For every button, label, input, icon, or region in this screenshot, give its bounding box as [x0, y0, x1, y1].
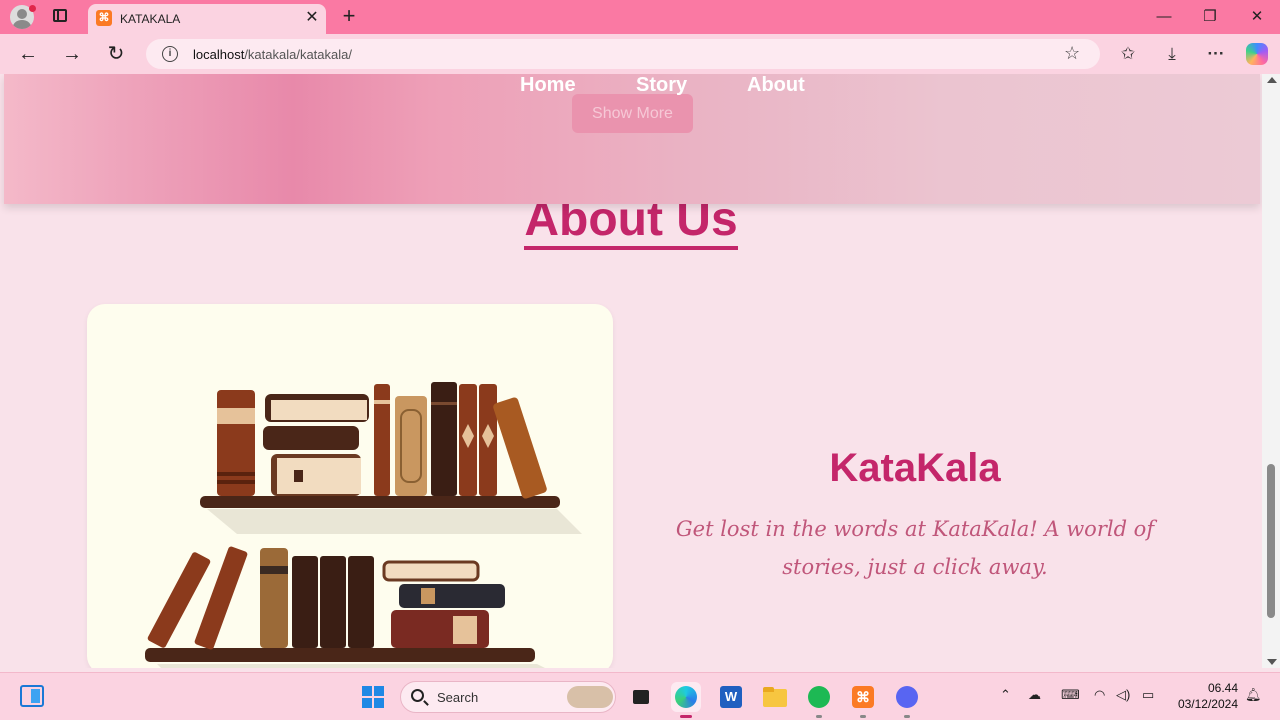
scroll-up-arrow-icon[interactable]	[1267, 77, 1277, 83]
page-scrollbar[interactable]	[1262, 74, 1280, 668]
brand-name: KataKala	[829, 446, 1001, 490]
search-icon	[411, 689, 424, 702]
xampp-icon[interactable]: ⌘	[848, 682, 878, 718]
url-text[interactable]: localhost/katakala/katakala/	[193, 47, 352, 62]
site-info-icon[interactable]: i	[162, 46, 178, 62]
taskbar-search[interactable]: Search	[400, 681, 616, 713]
tab-katakala[interactable]: ⌘ KATAKALA ✕	[88, 4, 326, 34]
spotify-icon[interactable]	[804, 682, 834, 718]
file-explorer-icon[interactable]	[760, 682, 790, 712]
widgets-icon[interactable]	[20, 685, 44, 707]
url-host: localhost	[193, 47, 245, 62]
keyboard-icon[interactable]: ⌨	[1061, 687, 1080, 703]
nav-link-home[interactable]: Home	[520, 74, 576, 97]
brand-tagline: Get lost in the words at KataKala! A wor…	[675, 517, 1155, 579]
search-label: Search	[437, 690, 479, 705]
tray-chevron-up-icon[interactable]: ⌃	[1000, 687, 1011, 703]
copilot-icon[interactable]	[1246, 43, 1268, 65]
browser-tab-bar: ⌘ KATAKALA ✕ + — ❐ ✕	[0, 0, 1280, 34]
notification-bell-icon[interactable]: 🔔︎	[1245, 687, 1262, 703]
new-tab-icon[interactable]: +	[338, 5, 360, 27]
wifi-icon[interactable]: ◠	[1094, 687, 1105, 703]
scrollbar-thumb[interactable]	[1267, 464, 1275, 618]
show-more-button[interactable]: Show More	[572, 94, 693, 133]
more-icon[interactable]: ···	[1204, 42, 1228, 66]
forward-arrow-icon[interactable]: →	[60, 42, 84, 66]
xampp-favicon-icon: ⌘	[96, 10, 112, 26]
task-view-icon[interactable]	[626, 682, 656, 712]
clock-time: 06.44	[1207, 681, 1238, 695]
onedrive-cloud-icon[interactable]: ☁	[1028, 687, 1041, 703]
download-icon[interactable]: ⤓	[1160, 42, 1184, 66]
battery-icon[interactable]: ▭	[1142, 687, 1154, 703]
scroll-down-arrow-icon[interactable]	[1267, 659, 1277, 665]
address-toolbar: ← → ↻ i localhost/katakala/katakala/ ☆ ✩…	[0, 34, 1280, 74]
nav-link-story[interactable]: Story	[636, 74, 687, 97]
edge-browser-icon[interactable]	[671, 682, 701, 718]
reload-icon[interactable]: ↻	[104, 42, 128, 66]
search-highlight-icon	[567, 686, 613, 708]
tab-title: KATAKALA	[120, 12, 181, 26]
windows-taskbar: Search W ⌘ ⌃ ☁ ⌨ ◠ ◁) ▭ 06.44 03/12/2024…	[0, 672, 1280, 720]
restore-icon[interactable]: ❐	[1198, 6, 1222, 28]
window-close-icon[interactable]: ✕	[1245, 6, 1269, 28]
minimize-icon[interactable]: —	[1152, 6, 1176, 28]
taskbar-clock[interactable]: 06.44 03/12/2024	[1168, 680, 1238, 712]
notification-dot	[29, 5, 36, 12]
tab-close-icon[interactable]: ✕	[302, 8, 322, 28]
url-path: /katakala/katakala/	[244, 47, 352, 62]
start-windows-icon[interactable]	[362, 686, 385, 709]
back-arrow-icon[interactable]: ←	[16, 42, 40, 66]
clock-date: 03/12/2024	[1177, 697, 1238, 711]
nav-link-about[interactable]: About	[747, 74, 805, 97]
bookshelf-image-card	[87, 304, 613, 668]
bookshelf-illustration	[145, 382, 582, 668]
volume-icon[interactable]: ◁)	[1116, 687, 1130, 703]
discord-icon[interactable]	[892, 682, 922, 718]
favorite-star-icon[interactable]: ☆	[1064, 43, 1080, 64]
site-header: Show More Home Story About	[4, 74, 1260, 204]
tab-actions-icon[interactable]	[50, 6, 72, 28]
address-bar[interactable]: i localhost/katakala/katakala/ ☆	[146, 39, 1100, 69]
favorites-icon[interactable]: ✩	[1116, 42, 1140, 66]
word-icon[interactable]: W	[716, 682, 746, 712]
page-viewport: About Us Show More Home Story About Kata…	[0, 74, 1262, 668]
